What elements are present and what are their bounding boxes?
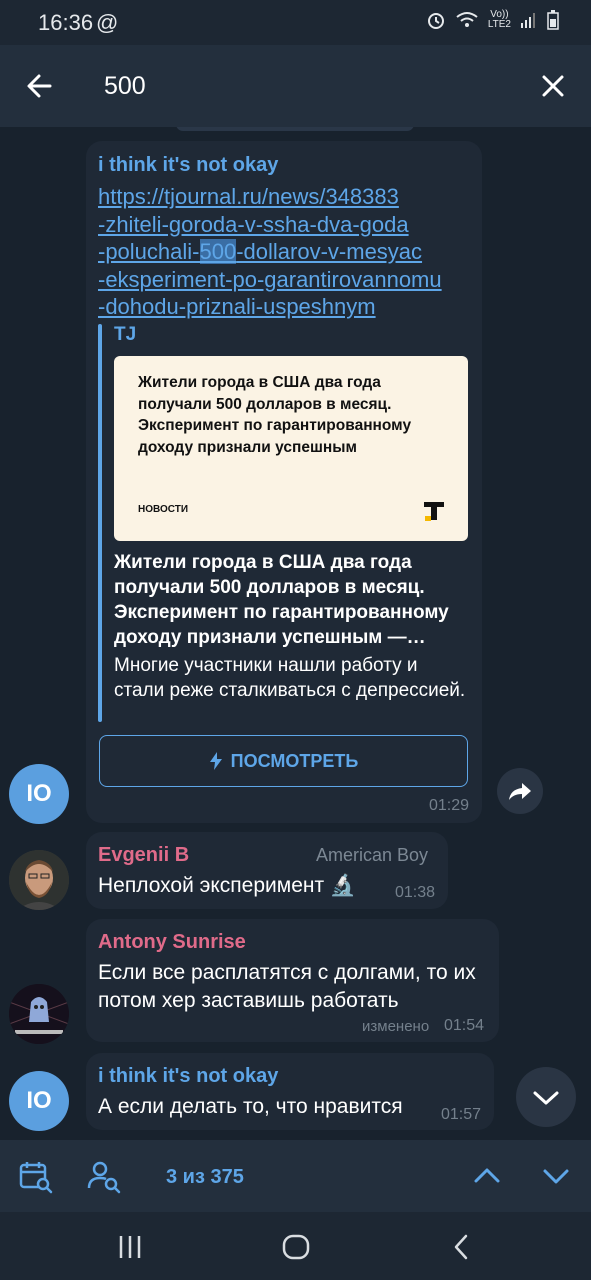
link-line[interactable]: -dollarov-v-mesyac xyxy=(236,239,422,264)
message-bubble[interactable]: Antony Sunrise Если все расплатятся с до… xyxy=(86,919,499,1042)
link-line[interactable]: -zhiteli-goroda-v-ssha-dva-goda xyxy=(98,212,409,237)
recents-button[interactable] xyxy=(116,1232,146,1262)
status-at-symbol: @ xyxy=(96,10,119,35)
status-bar: 16:36 @ Vo)) LTE2 xyxy=(0,0,591,45)
message-text: Неплохой эксперимент 🔬 xyxy=(98,874,357,897)
user-search-button[interactable] xyxy=(86,1158,122,1194)
avatar[interactable]: IO xyxy=(9,764,69,824)
tj-logo-icon xyxy=(424,502,444,521)
close-search-button[interactable] xyxy=(533,66,573,106)
next-result-button[interactable] xyxy=(538,1158,574,1194)
link-preview-description: Многие участники нашли работу и стали ре… xyxy=(114,655,466,701)
link-line[interactable]: https://tjournal.ru/news/348383 xyxy=(98,184,399,209)
admin-title: American Boy xyxy=(316,845,429,865)
search-result-counter: 3 из 375 xyxy=(166,1166,244,1188)
chevron-down-icon xyxy=(543,1169,569,1184)
system-back-button[interactable] xyxy=(447,1232,477,1262)
avatar-initials: IO xyxy=(26,780,52,807)
preview-image-title: Жители города в США два года получали 50… xyxy=(138,374,412,456)
message-sender[interactable]: i think it's not okay xyxy=(98,1065,278,1088)
view-button-label: ПОСМОТРЕТЬ xyxy=(230,750,359,771)
share-button[interactable] xyxy=(497,768,543,814)
status-time: 16:36 xyxy=(38,10,94,35)
link-preview-image[interactable]: Жители города в США два года получали 50… xyxy=(114,356,468,541)
message-time: 01:29 xyxy=(429,797,470,814)
edited-label: изменено xyxy=(362,1018,430,1035)
link-preview-title: Жители города в США два года получали 50… xyxy=(114,552,449,648)
message-time: 01:38 xyxy=(395,884,436,901)
search-navigation-bar: 3 из 375 xyxy=(0,1140,591,1212)
avatar[interactable] xyxy=(9,984,69,1044)
message-sender[interactable]: i think it's not okay xyxy=(98,154,278,177)
calendar-search-icon xyxy=(19,1162,53,1194)
message-time: 01:54 xyxy=(444,1017,485,1034)
avatar[interactable]: IO xyxy=(9,1071,69,1131)
message-bubble[interactable]: Evgenii B American Boy Неплохой эксперим… xyxy=(86,832,448,909)
message-sender[interactable]: Antony Sunrise xyxy=(98,931,246,954)
home-button[interactable] xyxy=(281,1232,311,1262)
network-label: Vo)) LTE2 xyxy=(488,10,511,30)
lightning-icon xyxy=(209,752,222,770)
alarm-icon xyxy=(427,13,444,29)
link-preview-site: TJ xyxy=(114,324,137,345)
link-line[interactable]: -eksperiment-po-garantirovannomu xyxy=(98,267,442,292)
system-navigation-bar xyxy=(0,1212,591,1280)
network-label-bottom: LTE2 xyxy=(487,19,511,30)
message-sender[interactable]: Evgenii B xyxy=(98,844,189,867)
search-highlight[interactable]: 500 xyxy=(199,239,237,264)
battery-icon xyxy=(547,10,559,30)
message-link[interactable]: https://tjournal.ru/news/348383 -zhiteli… xyxy=(98,183,470,321)
chevron-up-icon xyxy=(474,1168,500,1183)
recents-icon xyxy=(119,1236,141,1258)
view-button[interactable]: ПОСМОТРЕТЬ xyxy=(99,735,468,787)
message-bubble[interactable]: i think it's not okay А если делать то, … xyxy=(86,1053,494,1130)
message-text: А если делать то, что нравится xyxy=(98,1095,403,1118)
previous-result-button[interactable] xyxy=(469,1158,505,1194)
chat-area[interactable]: i think it's not okay https://tjournal.r… xyxy=(0,127,591,1140)
preview-image-tag: НОВОСТИ xyxy=(138,504,189,515)
search-input[interactable]: 500 xyxy=(104,72,146,101)
back-icon xyxy=(454,1234,468,1260)
message-bubble-link[interactable]: i think it's not okay https://tjournal.r… xyxy=(86,141,482,823)
home-icon xyxy=(282,1234,310,1260)
search-header: 500 xyxy=(0,45,591,127)
link-line[interactable]: -dohodu-priznali-uspeshnym xyxy=(98,294,376,319)
scroll-down-button[interactable] xyxy=(516,1067,576,1127)
user-photo-icon xyxy=(9,984,69,1044)
message-text: Если все расплатятся с долгами, то их по… xyxy=(98,961,476,1012)
arrow-left-icon xyxy=(27,74,52,98)
user-photo-icon xyxy=(9,850,69,910)
share-arrow-icon xyxy=(509,783,531,800)
link-line[interactable]: -poluchali- xyxy=(98,239,200,264)
chevron-down-icon xyxy=(533,1091,559,1105)
link-preview-bar xyxy=(98,324,102,722)
wifi-icon xyxy=(456,12,478,27)
close-icon xyxy=(542,75,564,97)
previous-message-edge xyxy=(176,127,414,131)
avatar[interactable] xyxy=(9,850,69,910)
message-time: 01:57 xyxy=(441,1106,482,1123)
avatar-initials: IO xyxy=(26,1087,52,1114)
status-icons: Vo)) LTE2 xyxy=(426,10,559,30)
back-button[interactable] xyxy=(20,66,60,106)
user-search-icon xyxy=(87,1161,121,1194)
signal-icon xyxy=(521,13,535,28)
calendar-search-button[interactable] xyxy=(17,1158,53,1194)
